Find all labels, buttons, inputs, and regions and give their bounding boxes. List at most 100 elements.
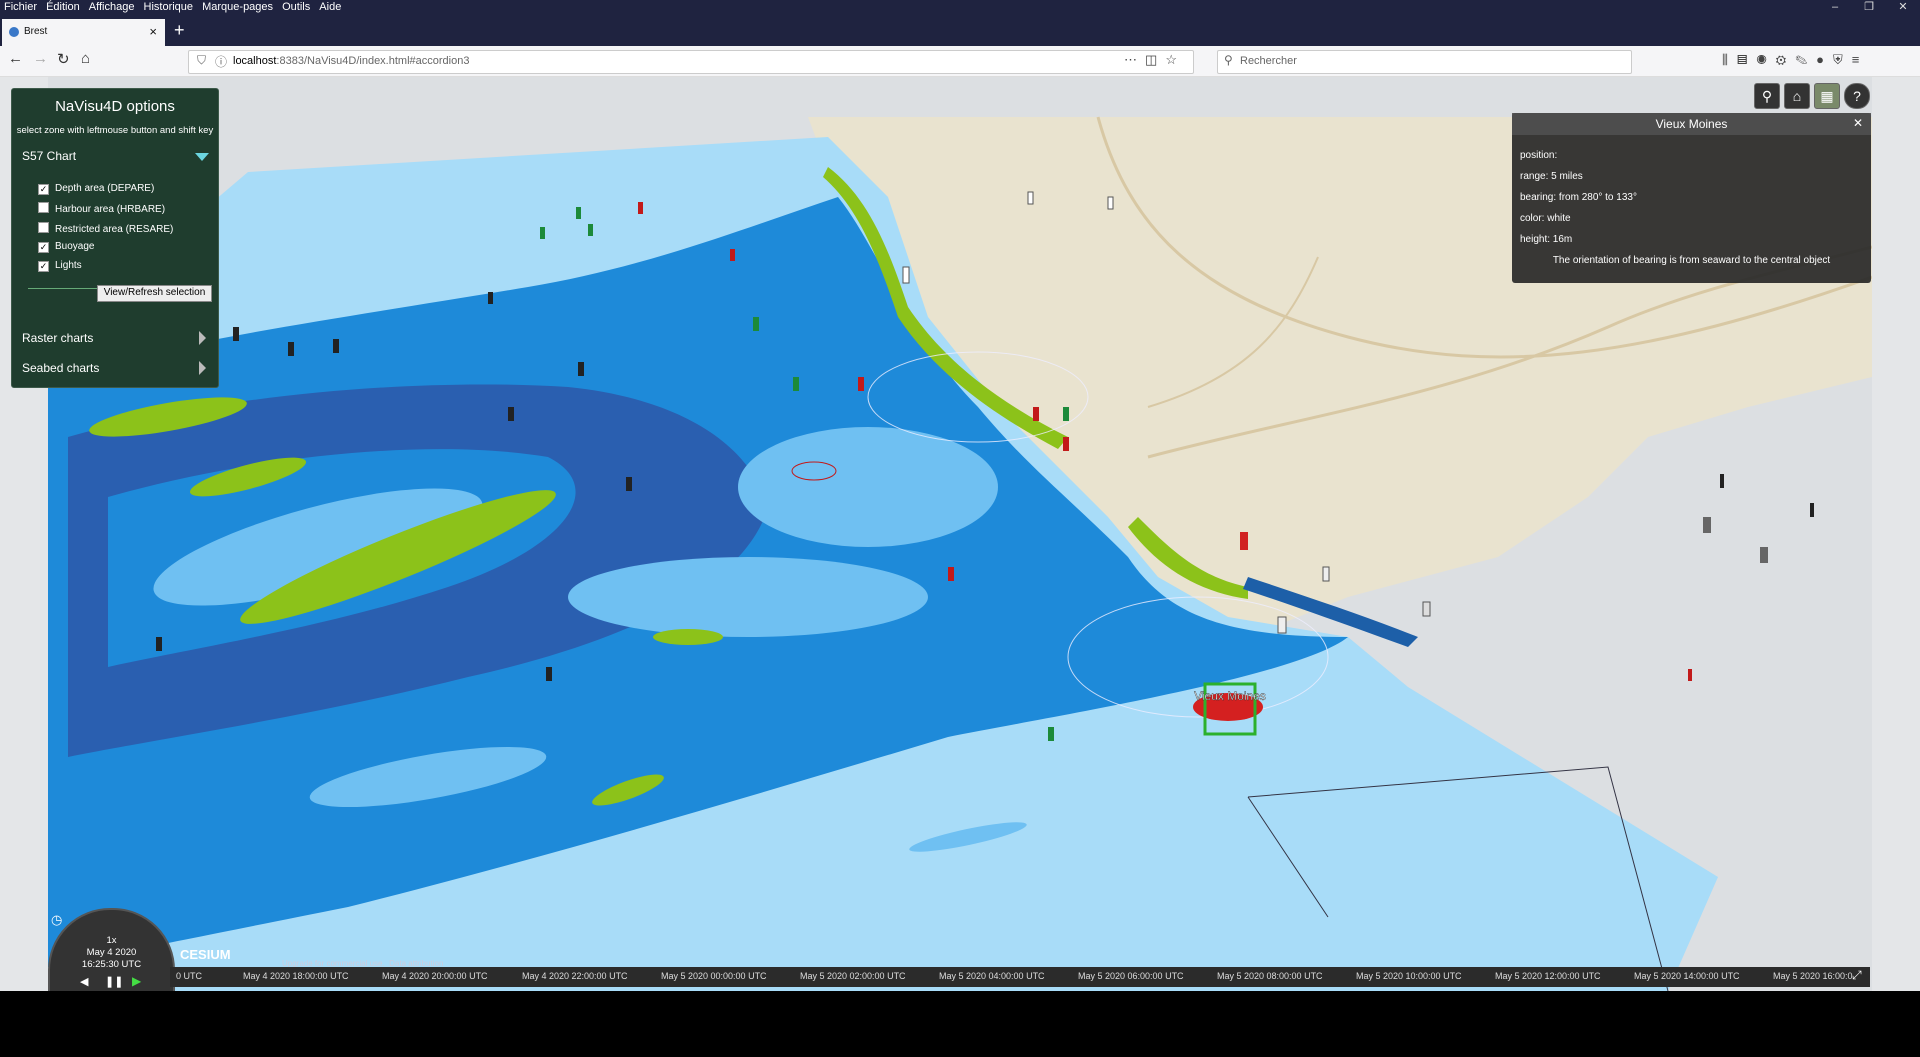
back-icon[interactable]: ← <box>8 50 23 67</box>
timeline-label: May 5 2020 12:00:00 UTC <box>1495 971 1601 981</box>
menu-aide[interactable]: Aide <box>319 0 341 15</box>
search-icon: ⚲ <box>1224 53 1233 67</box>
menu-outils[interactable]: Outils <box>282 0 310 15</box>
timeline-label: 0 UTC <box>176 971 203 981</box>
timeline-label: May 5 2020 02:00:00 UTC <box>800 971 906 981</box>
forward-icon[interactable]: → <box>33 50 48 67</box>
checkbox-checked-icon[interactable]: ✓ <box>38 261 49 272</box>
pause-icon[interactable]: ❚❚ <box>105 975 123 988</box>
seabed-charts-header[interactable]: Seabed charts <box>22 361 99 375</box>
checkbox-unchecked-icon[interactable] <box>38 222 49 233</box>
timeline-label: May 4 2020 22:00:00 UTC <box>522 971 628 981</box>
pocket-icon[interactable]: ◫ <box>1145 52 1165 67</box>
checkbox-unchecked-icon[interactable] <box>38 202 49 213</box>
bookmark-star-icon[interactable]: ☆ <box>1165 52 1185 67</box>
option-depth-area[interactable]: ✓ Depth area (DEPARE) <box>38 183 154 195</box>
fullscreen-icon[interactable]: ⤢ <box>1852 968 1862 983</box>
tab-favicon-icon <box>9 27 19 37</box>
chevron-right-icon[interactable] <box>199 331 206 345</box>
timeline-label: May 5 2020 06:00:00 UTC <box>1078 971 1184 981</box>
extension-icon[interactable]: ⚙ <box>1776 52 1796 67</box>
info-color: color: white <box>1520 213 1571 224</box>
menu-affichage[interactable]: Affichage <box>89 0 135 15</box>
timeline[interactable]: 0 UTC May 4 2020 18:00:00 UTC May 4 2020… <box>170 967 1870 987</box>
menu-historique[interactable]: Historique <box>144 0 194 15</box>
clock-icon[interactable]: ◷ <box>51 912 62 928</box>
timeline-label: May 4 2020 20:00:00 UTC <box>382 971 488 981</box>
menu-fichier[interactable]: Fichier <box>4 0 37 15</box>
minimize-icon[interactable]: – <box>1818 0 1852 15</box>
toolbar-icons: ⫼▤◉⚙✎●⛨≡ <box>1722 52 1868 68</box>
close-icon[interactable]: ✕ <box>1853 116 1863 130</box>
page-actions-icon[interactable]: ⋯ <box>1124 52 1145 67</box>
cesium-logo[interactable]: CESIUM <box>180 947 231 962</box>
search-input[interactable]: ⚲ Rechercher <box>1217 50 1632 74</box>
url-bar[interactable]: ⛉ ⓘ localhost:8383/NaVisu4D/index.html#a… <box>188 50 1194 74</box>
option-buoyage[interactable]: ✓ Buoyage <box>38 241 94 253</box>
panel-title: NaVisu4D options <box>55 98 175 115</box>
option-label: Depth area (DEPARE) <box>55 183 155 194</box>
sidebar-icon[interactable]: ▤ <box>1737 52 1756 67</box>
raster-charts-header[interactable]: Raster charts <box>22 331 93 345</box>
new-tab-icon[interactable]: + <box>174 20 185 41</box>
option-label: Lights <box>55 260 82 271</box>
panel-subtitle: select zone with leftmouse button and sh… <box>16 125 214 136</box>
base-layer-picker-icon[interactable]: ▦ <box>1814 83 1840 109</box>
info-position: position: <box>1520 150 1558 161</box>
help-icon[interactable]: ? <box>1844 83 1870 109</box>
chevron-down-icon[interactable] <box>195 153 209 161</box>
chevron-right-icon[interactable] <box>199 361 206 375</box>
option-harbour-area[interactable]: Harbour area (HRBARE) <box>38 202 165 215</box>
checkbox-checked-icon[interactable]: ✓ <box>38 242 49 253</box>
checkbox-checked-icon[interactable]: ✓ <box>38 184 49 195</box>
timeline-label: May 5 2020 00:00:00 UTC <box>661 971 767 981</box>
timeline-label: May 5 2020 10:00:00 UTC <box>1356 971 1462 981</box>
tab-bar <box>0 15 1920 46</box>
ublock-icon[interactable]: ⛨ <box>1833 52 1852 67</box>
option-label: Harbour area (HRBARE) <box>55 204 166 215</box>
info-bearing: bearing: from 280° to 133° <box>1520 192 1637 203</box>
library-icon[interactable]: ⫼ <box>1722 52 1737 67</box>
timeline-label: May 4 2020 18:00:00 UTC <box>243 971 349 981</box>
extension-badge-icon[interactable]: ● <box>1816 52 1833 67</box>
rewind-icon[interactable]: ◀ <box>80 975 88 988</box>
menu-marque-pages[interactable]: Marque-pages <box>202 0 273 15</box>
url-path: :8383/NaVisu4D/index.html#accordion3 <box>276 55 470 67</box>
menu-icon[interactable]: ≡ <box>1852 52 1869 67</box>
restore-icon[interactable]: ❐ <box>1852 0 1886 15</box>
info-icon[interactable]: ⓘ <box>215 53 227 70</box>
menu-edition[interactable]: Édition <box>46 0 80 15</box>
tab-title: Brest <box>24 26 48 37</box>
menu-bar: Fichier Édition Affichage Historique Mar… <box>0 0 1920 15</box>
clock-time: 16:25:30 UTC <box>81 959 142 970</box>
info-note: The orientation of bearing is from seawa… <box>1552 255 1831 266</box>
info-range: range: 5 miles <box>1520 171 1583 182</box>
timeline-label: May 5 2020 14:00:00 UTC <box>1634 971 1740 981</box>
close-tab-icon[interactable]: × <box>149 24 157 39</box>
feature-info-panel: Vieux Moines ✕ position: range: 5 miles … <box>1512 113 1871 283</box>
pen-icon[interactable]: ✎ <box>1795 52 1816 67</box>
clock-date: May 4 2020 <box>86 947 137 958</box>
info-title: Vieux Moines <box>1512 113 1871 135</box>
geocoder-search-icon[interactable]: ⚲ <box>1754 83 1780 109</box>
option-restricted-area[interactable]: Restricted area (RESARE) <box>38 222 173 235</box>
s57-chart-header[interactable]: S57 Chart <box>22 149 76 163</box>
reload-icon[interactable]: ↻ <box>57 50 70 68</box>
search-placeholder: Rechercher <box>1240 55 1297 67</box>
timeline-label: May 5 2020 08:00:00 UTC <box>1217 971 1323 981</box>
shield-icon[interactable]: ⛉ <box>197 53 206 68</box>
timeline-label: May 5 2020 16:00:0 <box>1773 971 1853 981</box>
play-icon[interactable]: ▶ <box>132 974 141 988</box>
browser-tab[interactable]: Brest × <box>2 19 165 46</box>
clock-speed: 1x <box>106 935 117 946</box>
account-icon[interactable]: ◉ <box>1756 52 1775 67</box>
home-view-icon[interactable]: ⌂ <box>1784 83 1810 109</box>
home-icon[interactable]: ⌂ <box>81 50 90 67</box>
option-lights[interactable]: ✓ Lights <box>38 260 82 272</box>
close-window-icon[interactable]: ✕ <box>1886 0 1920 15</box>
timeline-label: May 5 2020 04:00:00 UTC <box>939 971 1045 981</box>
navisu-options-panel: NaVisu4D options select zone with leftmo… <box>11 88 219 388</box>
view-refresh-button[interactable]: View/Refresh selection <box>97 285 212 302</box>
option-label: Restricted area (RESARE) <box>55 224 174 235</box>
url-host: localhost <box>233 55 277 67</box>
